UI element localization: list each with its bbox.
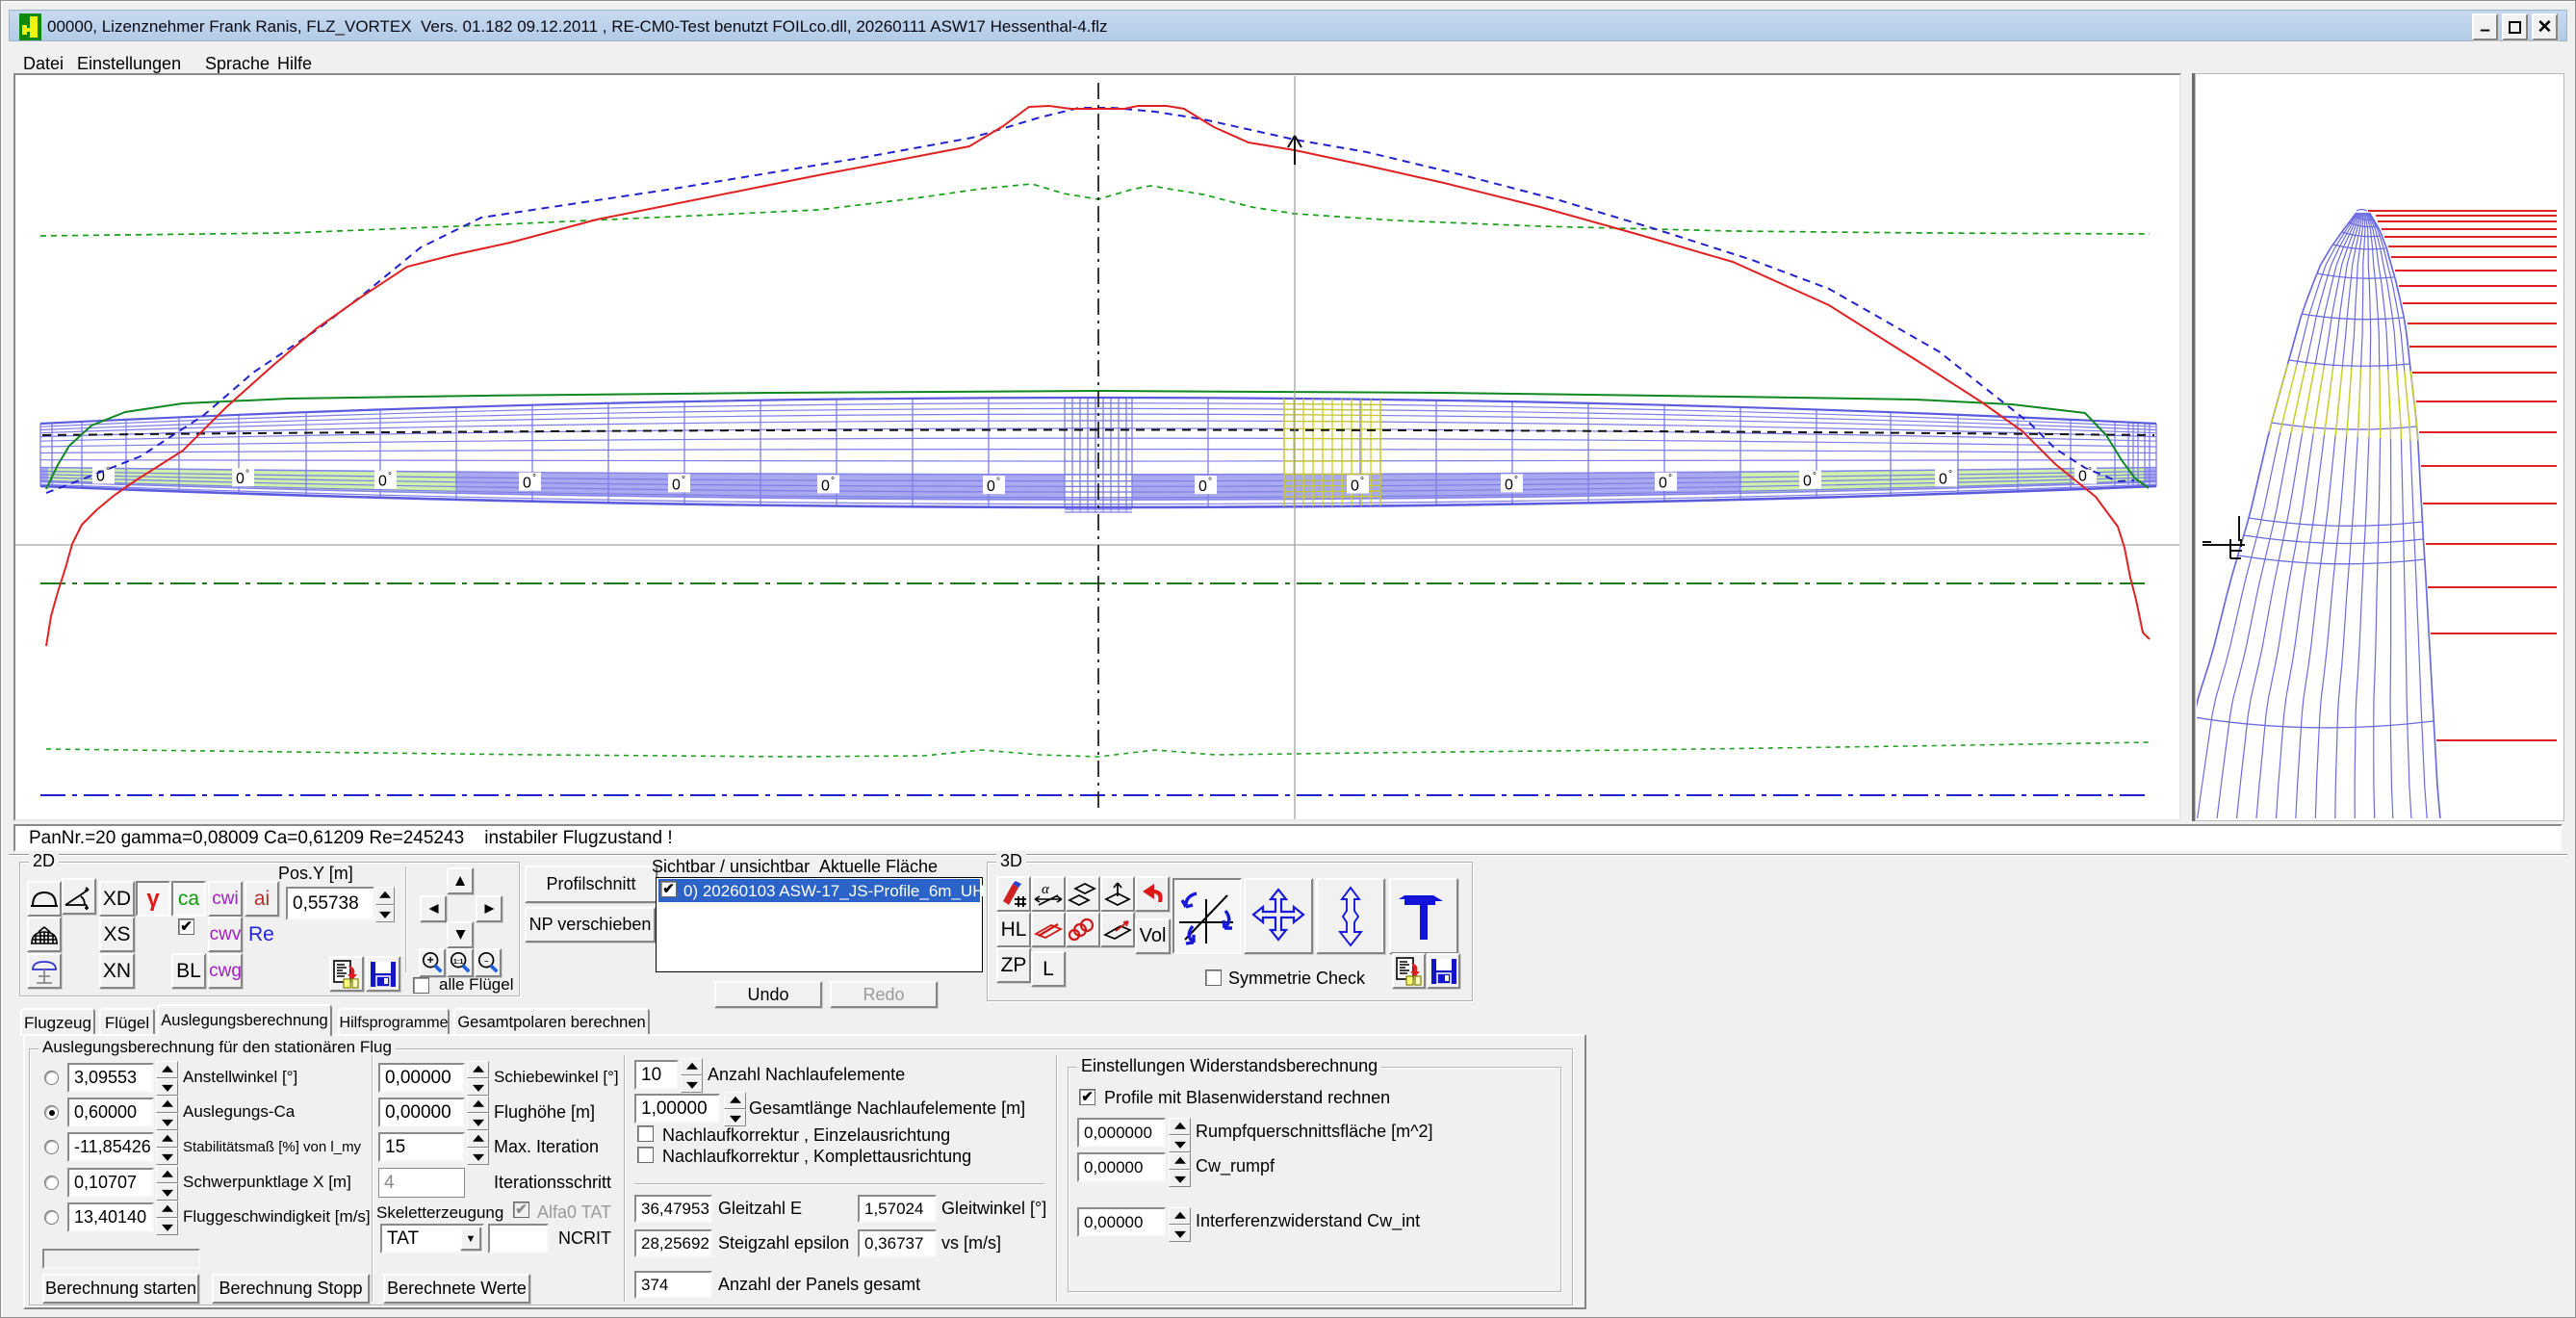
- svg-text:+: +: [427, 953, 434, 967]
- svg-text:α: α: [1042, 882, 1050, 897]
- svg-text:1:1: 1:1: [453, 957, 464, 966]
- svg-text:−: −: [484, 957, 488, 966]
